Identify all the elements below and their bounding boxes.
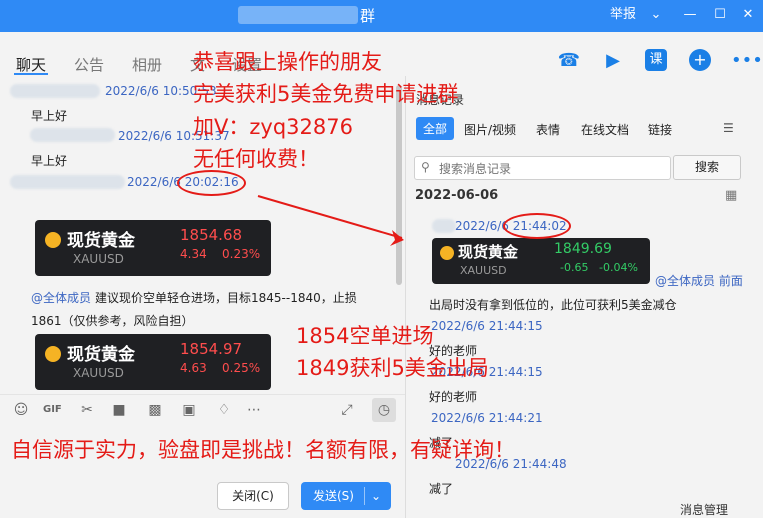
overlay-mid-2: 1849获利5美金出局: [296, 356, 489, 380]
overlay-line-4: 无任何收费！: [193, 147, 319, 171]
overlay-line-2: 完美获利5美金免费申请进群: [193, 82, 459, 106]
overlay-mid-1: 1854空单进场: [296, 324, 434, 348]
overlay-line-3: 加V：zyq32876: [193, 115, 353, 139]
overlay-line-1: 恭喜跟上操作的朋友: [193, 50, 382, 74]
highlight-oval: [177, 170, 246, 196]
arrow-line: [257, 195, 403, 239]
overlay-bottom: 自信源于实力，验盘即是挑战！名额有限，有疑详询！: [11, 438, 515, 462]
highlight-oval: [503, 213, 571, 239]
